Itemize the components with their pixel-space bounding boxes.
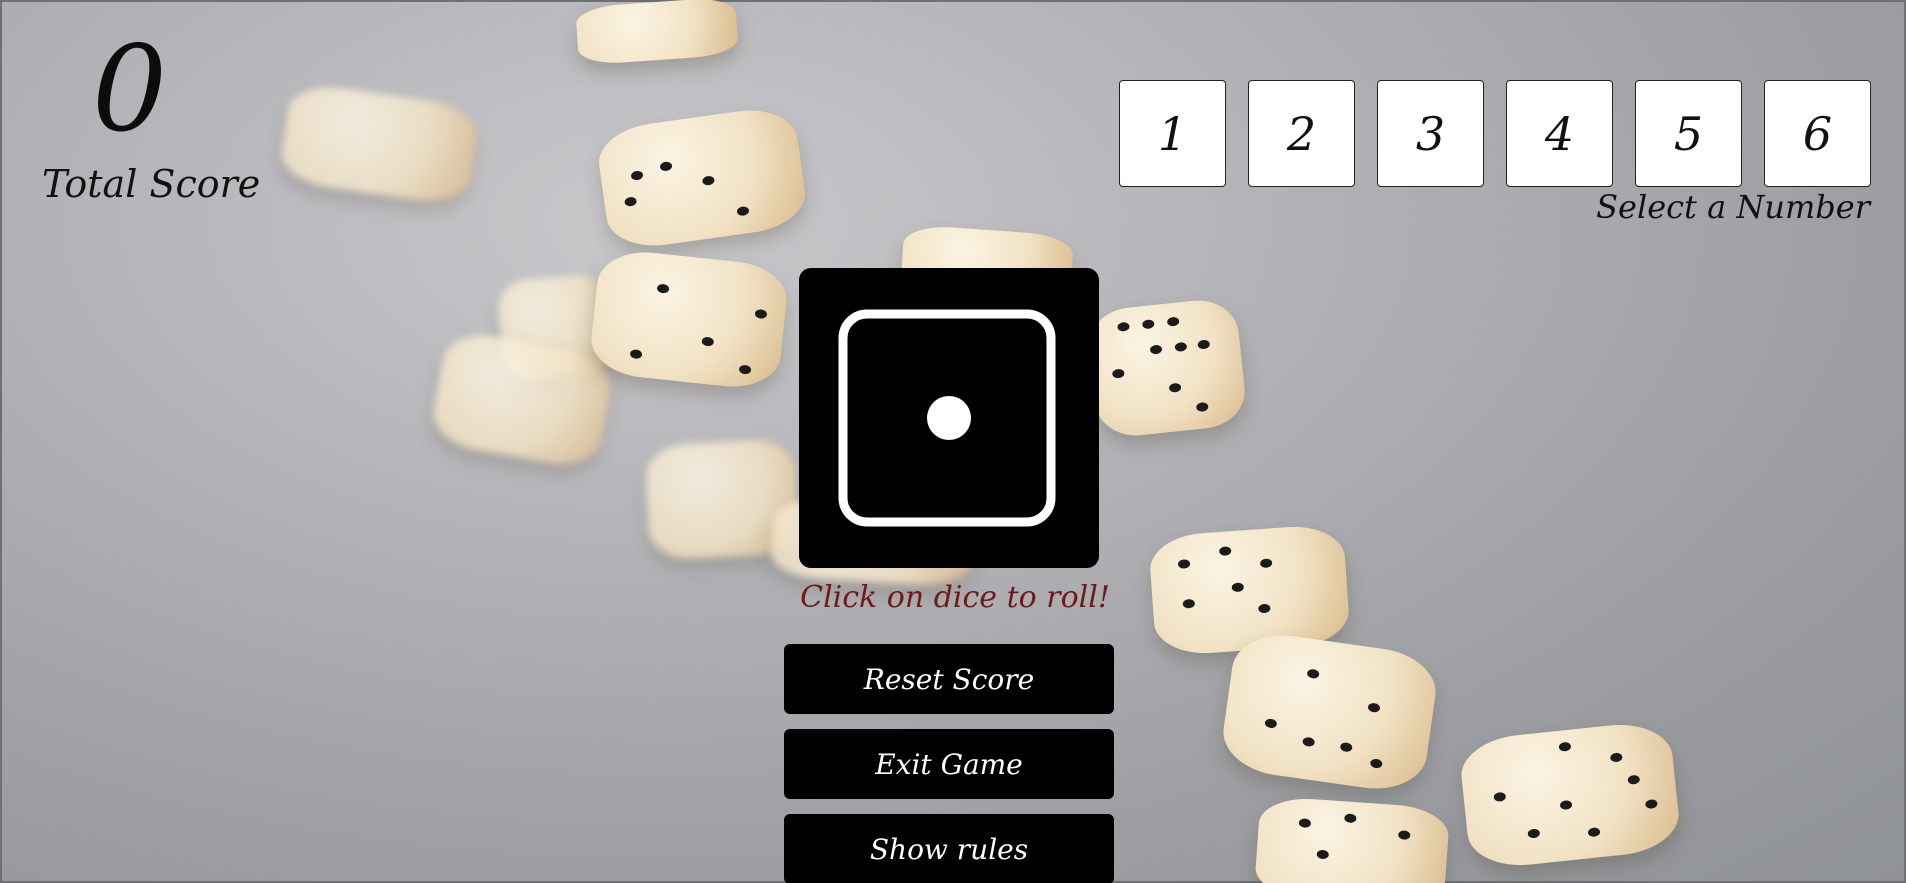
total-score-value: 0 — [92, 20, 168, 158]
background-die-icon — [1085, 296, 1249, 440]
number-button-6[interactable]: 6 — [1764, 80, 1871, 187]
background-die-icon — [575, 0, 739, 66]
background-die-icon — [587, 247, 791, 392]
dice-face-one-icon — [838, 309, 1056, 527]
roll-dice-button[interactable] — [799, 268, 1099, 568]
number-selector: 1 2 3 4 5 6 — [1119, 80, 1871, 187]
background-die-icon — [1457, 719, 1683, 871]
background-die-icon — [1218, 628, 1441, 796]
number-button-2[interactable]: 2 — [1248, 80, 1355, 187]
number-button-5[interactable]: 5 — [1635, 80, 1742, 187]
select-number-label: Select a Number — [1596, 188, 1870, 226]
exit-game-button[interactable]: Exit Game — [784, 729, 1114, 799]
number-button-4[interactable]: 4 — [1506, 80, 1613, 187]
total-score-label: Total Score — [42, 162, 261, 206]
number-button-3[interactable]: 3 — [1377, 80, 1484, 187]
reset-score-button[interactable]: Reset Score — [784, 644, 1114, 714]
score-panel: 0 Total Score — [42, 20, 261, 206]
show-rules-button[interactable]: Show rules — [784, 814, 1114, 883]
number-button-1[interactable]: 1 — [1119, 80, 1226, 187]
background-die-icon — [594, 103, 810, 253]
background-die-icon — [277, 81, 481, 207]
background-die-icon — [1253, 795, 1451, 883]
roll-hint-text: Click on dice to roll! — [800, 580, 1110, 615]
